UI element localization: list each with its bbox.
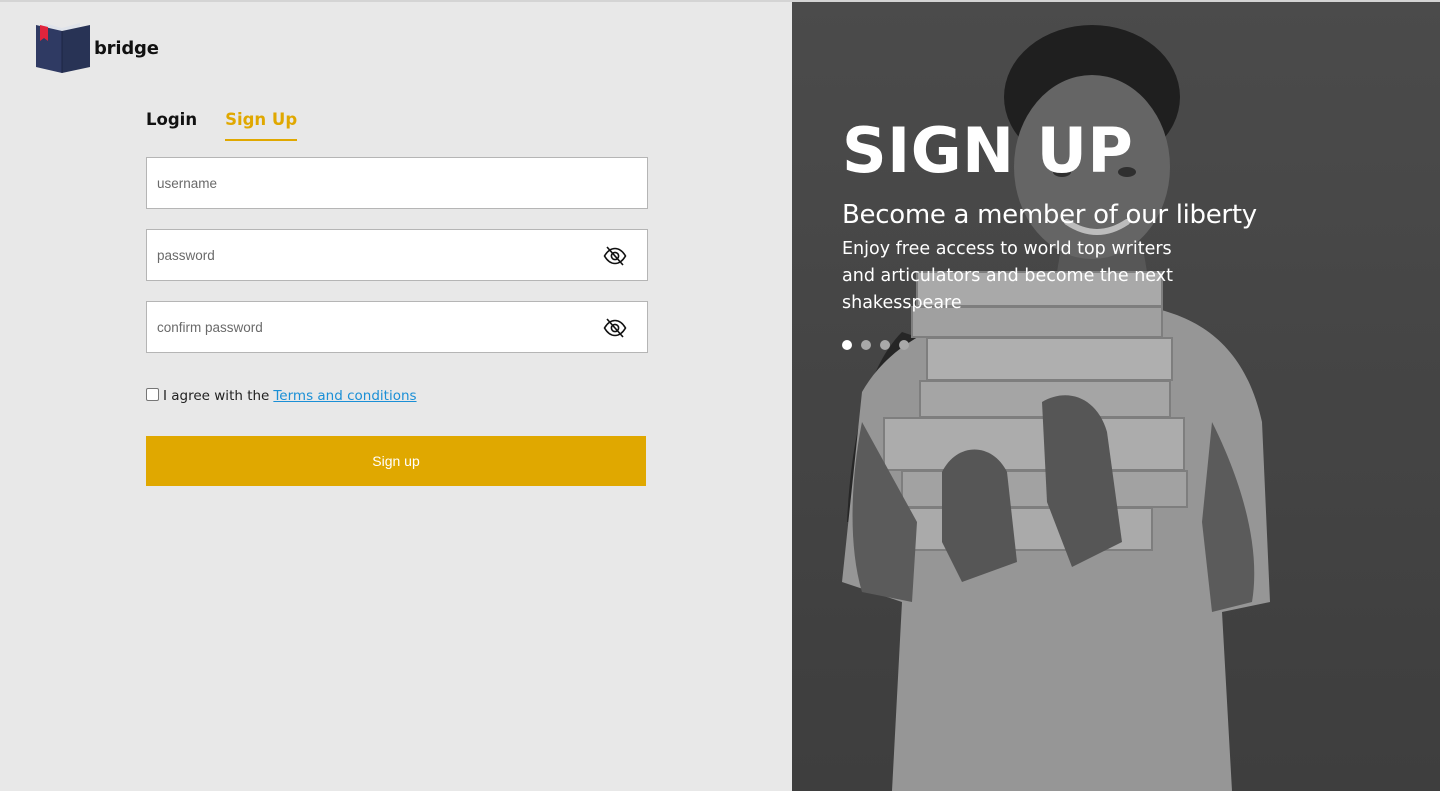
signup-button[interactable]: Sign up — [146, 436, 646, 486]
password-field — [146, 229, 648, 281]
terms-link[interactable]: Terms and conditions — [273, 388, 416, 404]
username-input[interactable] — [147, 158, 647, 208]
tab-signup[interactable]: Sign Up — [225, 110, 298, 141]
hero-title: SIGN UP — [842, 114, 1134, 187]
carousel-dot[interactable] — [861, 340, 871, 350]
tab-login[interactable]: Login — [146, 110, 197, 141]
confirm-password-input[interactable] — [147, 302, 647, 352]
terms-checkbox[interactable] — [146, 388, 159, 401]
eye-slash-icon[interactable] — [603, 317, 627, 339]
eye-slash-icon[interactable] — [603, 245, 627, 267]
confirm-password-field — [146, 301, 648, 353]
carousel-dot[interactable] — [880, 340, 890, 350]
auth-tabs: Login Sign Up — [146, 110, 298, 141]
terms-agreement: I agree with the Terms and conditions — [146, 386, 417, 404]
hero-panel: SIGN UP Become a member of our liberty E… — [792, 2, 1440, 791]
carousel-dots — [842, 340, 918, 350]
book-icon — [32, 19, 92, 75]
carousel-dot[interactable] — [899, 340, 909, 350]
terms-label: I agree with the — [163, 388, 270, 404]
carousel-dot[interactable] — [842, 340, 852, 350]
hero-description: Enjoy free access to world top writers a… — [842, 239, 1173, 313]
hero-subtitle: Become a member of our liberty — [842, 200, 1257, 230]
password-input[interactable] — [147, 230, 647, 280]
brand-logo[interactable]: bridge — [32, 19, 159, 75]
brand-name: bridge — [94, 37, 159, 59]
username-field — [146, 157, 648, 209]
signup-panel: bridge Login Sign Up I agree wi — [0, 2, 792, 791]
